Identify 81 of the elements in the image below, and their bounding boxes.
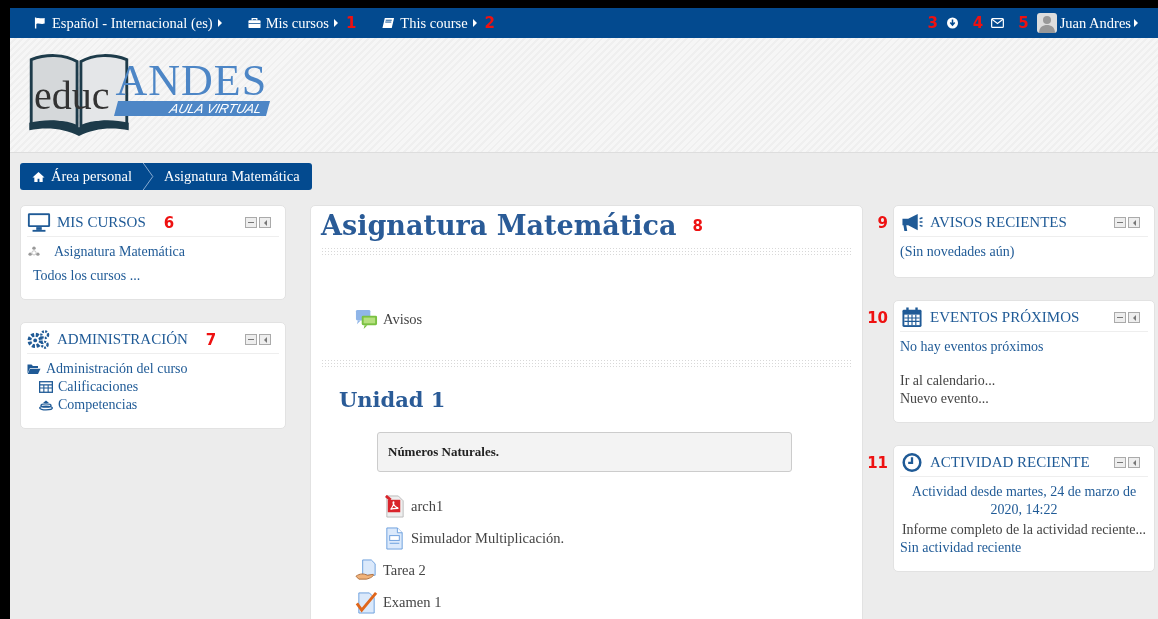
block-title: ADMINISTRACIÓN bbox=[57, 331, 188, 348]
block-link[interactable]: Todos los cursos ... bbox=[33, 267, 279, 285]
tree-item[interactable]: Competencias bbox=[58, 396, 138, 414]
hide-block-icon[interactable] bbox=[245, 217, 257, 228]
footer-link[interactable]: Nuevo evento... bbox=[900, 390, 1148, 408]
nav-menu-label: This course bbox=[400, 14, 468, 32]
download-icon[interactable] bbox=[945, 17, 959, 29]
block-title: EVENTOS PRÓXIMOS bbox=[930, 309, 1080, 326]
activity-since-link[interactable]: Actividad desde martes, 24 de marzo de 2020, 14:22 bbox=[900, 483, 1148, 519]
annotation-number: 8 bbox=[692, 216, 703, 235]
block-link[interactable]: (Sin novedades aún) bbox=[900, 243, 1148, 261]
caret-icon bbox=[333, 19, 338, 27]
nav-menu[interactable]: Mis cursos bbox=[247, 14, 338, 32]
dock-block-icon[interactable] bbox=[1128, 312, 1140, 323]
tree-item[interactable]: Administración del curso bbox=[46, 360, 188, 378]
dock-block-icon[interactable] bbox=[259, 217, 271, 228]
briefcase-icon bbox=[247, 17, 261, 29]
course-icon bbox=[27, 246, 41, 258]
hide-block-icon[interactable] bbox=[1114, 457, 1126, 468]
caret-icon bbox=[217, 19, 222, 27]
dock-block-icon[interactable] bbox=[1128, 457, 1140, 468]
caret-icon bbox=[472, 19, 477, 27]
block-title: MIS CURSOS bbox=[57, 214, 146, 231]
nav-menu-label: Mis cursos bbox=[265, 14, 329, 32]
activity-link[interactable]: arch1 bbox=[411, 497, 444, 515]
logo-tagline: AULA VIRTUAL bbox=[113, 101, 270, 116]
annotation-number: 11 bbox=[867, 454, 888, 472]
activity-link[interactable]: Simulador Multiplicación. bbox=[411, 529, 565, 547]
gears-icon bbox=[27, 329, 51, 350]
activity-link[interactable]: Avisos bbox=[383, 310, 423, 328]
user-menu[interactable]: Juan Andres bbox=[1036, 13, 1138, 33]
annotation-number: 3 bbox=[927, 14, 938, 32]
block-title: ACTIVIDAD RECIENTE bbox=[930, 454, 1090, 471]
activity-link[interactable]: Examen 1 bbox=[383, 593, 442, 611]
avatar-icon bbox=[1036, 13, 1057, 33]
block-title: AVISOS RECIENTES bbox=[930, 214, 1067, 231]
document-icon bbox=[383, 526, 406, 550]
checked-document-icon bbox=[355, 590, 378, 614]
mail-icon[interactable] bbox=[991, 17, 1005, 29]
layers-icon bbox=[39, 399, 53, 411]
clock-icon bbox=[900, 452, 924, 473]
section-title: Unidad 1 bbox=[339, 387, 447, 412]
footer-link[interactable]: Ir al calendario... bbox=[900, 372, 1148, 390]
megaphone-icon bbox=[900, 212, 924, 233]
annotation-number: 1 bbox=[345, 14, 357, 32]
monitor-icon bbox=[27, 212, 51, 233]
block-link[interactable]: Sin actividad reciente bbox=[900, 539, 1148, 557]
dock-block-icon[interactable] bbox=[1128, 217, 1140, 228]
pdf-file-icon bbox=[383, 494, 406, 518]
full-report-link[interactable]: Informe completo de la actividad reciente... bbox=[900, 521, 1148, 539]
chat-bubbles-icon bbox=[355, 307, 378, 331]
annotation-number: 7 bbox=[205, 330, 217, 349]
activity-link[interactable]: Tarea 2 bbox=[383, 561, 426, 579]
user-name: Juan Andres bbox=[1059, 14, 1131, 32]
nav-menu[interactable]: This course bbox=[382, 14, 477, 32]
hide-block-icon[interactable] bbox=[245, 334, 257, 345]
folder-icon bbox=[27, 363, 41, 375]
breadcrumb-separator-icon bbox=[141, 163, 154, 190]
breadcrumb-link[interactable]: Área personal bbox=[51, 168, 132, 185]
tree-item[interactable]: Calificaciones bbox=[58, 378, 139, 396]
annotation-number: 6 bbox=[163, 213, 175, 232]
caret-icon bbox=[1134, 19, 1138, 27]
annotation-number: 4 bbox=[972, 14, 984, 32]
book-icon bbox=[382, 17, 396, 29]
annotation-number: 9 bbox=[877, 214, 888, 232]
calendar-icon bbox=[900, 307, 924, 328]
annotation-number: 5 bbox=[1018, 14, 1029, 32]
annotation-number: 2 bbox=[484, 14, 495, 32]
home-icon bbox=[32, 170, 45, 183]
section-summary: Números Naturales. bbox=[377, 432, 792, 472]
block-link[interactable]: No hay eventos próximos bbox=[900, 338, 1148, 356]
dock-block-icon[interactable] bbox=[259, 334, 271, 345]
flag-icon bbox=[34, 17, 47, 29]
hide-block-icon[interactable] bbox=[1114, 312, 1126, 323]
annotation-number: 10 bbox=[867, 309, 888, 327]
course-link[interactable]: Asignatura Matemática bbox=[54, 243, 185, 261]
course-title: Asignatura Matemática bbox=[321, 210, 677, 241]
hand-document-icon bbox=[355, 558, 378, 582]
hide-block-icon[interactable] bbox=[1114, 217, 1126, 228]
table-icon bbox=[39, 381, 53, 393]
breadcrumb-link[interactable]: Asignatura Matemática bbox=[163, 168, 300, 185]
